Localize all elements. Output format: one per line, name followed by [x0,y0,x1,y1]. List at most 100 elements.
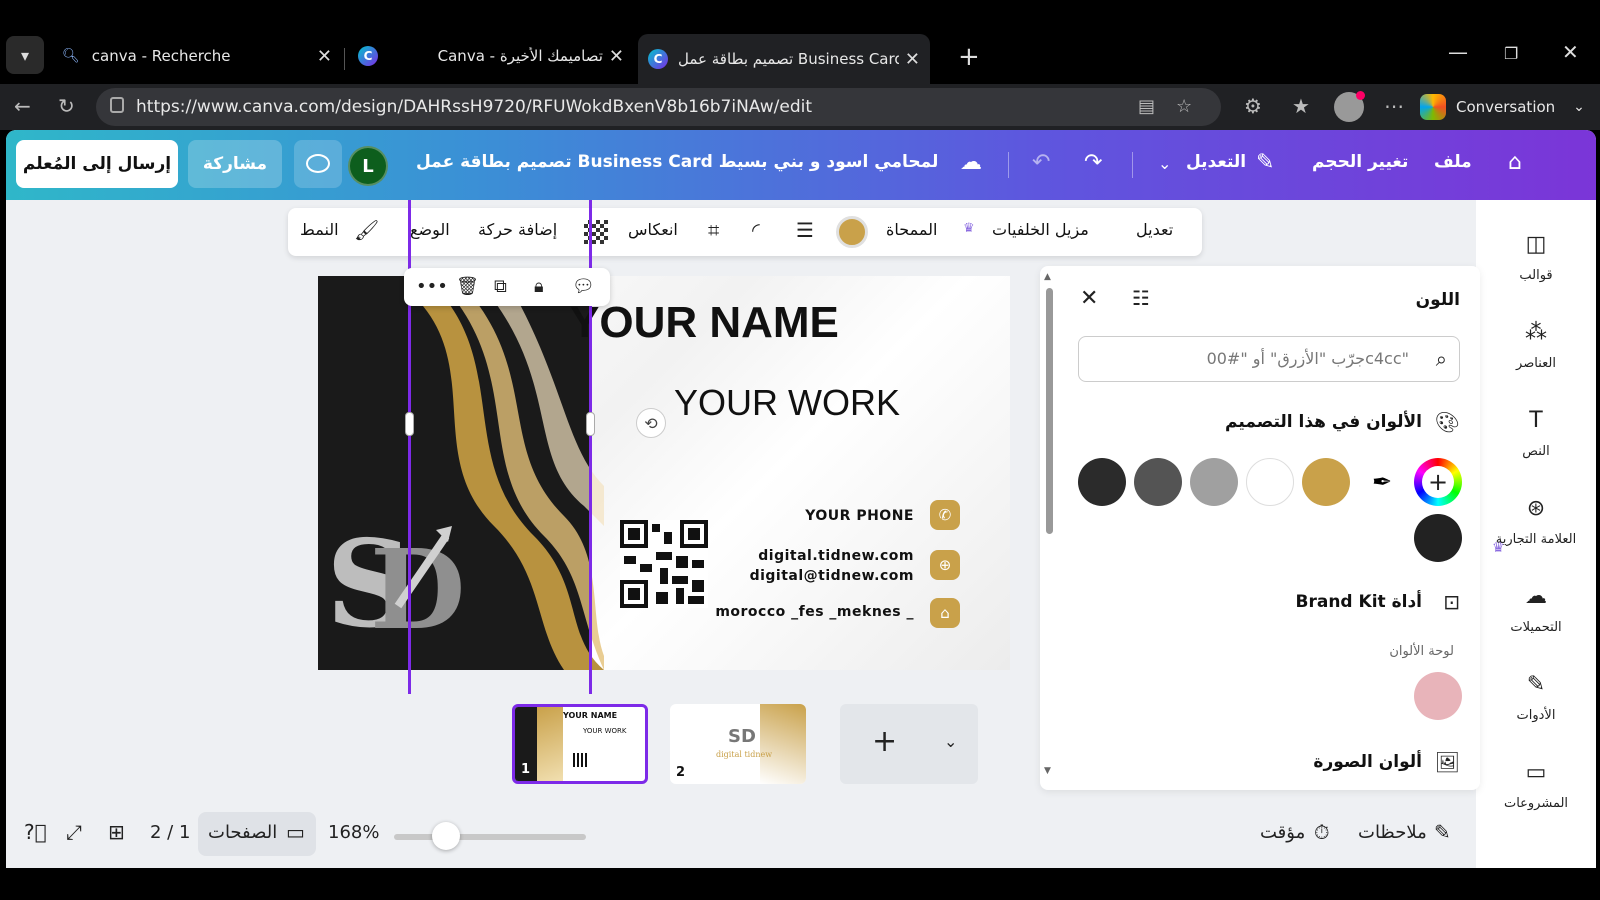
back-icon[interactable]: ← [14,94,31,118]
share-button[interactable]: مشاركة [188,140,282,188]
card-phone-text[interactable]: YOUR PHONE [805,508,914,524]
rail-item-projects[interactable]: ▭ المشروعات [1476,746,1596,826]
new-tab-icon[interactable]: + [958,42,980,72]
help-icon[interactable]: ?⃝ [24,820,47,844]
more-icon[interactable]: ••• [416,276,448,297]
undo-icon[interactable]: ↶ [1032,150,1050,175]
timer-icon[interactable]: ⏱︎ [1314,820,1330,844]
rail-item-uploads[interactable]: ☁ التحميلات [1476,570,1596,650]
more-icon[interactable]: ⋯ [1384,94,1404,118]
color-swatch[interactable] [1190,458,1238,506]
copilot-conversation-button[interactable]: Conversation ⌄ [1420,90,1585,124]
grid-view-icon[interactable]: ⊞ [108,820,125,844]
color-swatch[interactable] [1414,514,1462,562]
favorite-star-icon[interactable]: ☆ [1176,96,1192,117]
duplicate-icon[interactable]: ⧉ [494,276,507,297]
border-style-icon[interactable]: ☰ [796,218,814,242]
fullscreen-icon[interactable]: ⤢ [66,820,82,844]
close-icon[interactable]: ✕ [1080,286,1098,311]
resize-handle-right[interactable] [586,412,595,436]
color-swatch[interactable] [1078,458,1126,506]
rail-item-templates[interactable]: ◫ قوالب [1476,218,1596,298]
notes-icon[interactable]: ✎ [1434,820,1451,844]
color-swatch[interactable] [1134,458,1182,506]
page-thumbnail-1[interactable]: YOUR NAME YOUR WORK 1 [512,704,648,784]
zoom-slider[interactable] [394,834,586,840]
animate-button[interactable]: إضافة حركة [478,220,557,239]
eyedropper-icon[interactable]: ✒ [1358,458,1406,506]
style-button[interactable]: النمط [300,220,339,239]
scrollbar-thumb[interactable] [1046,288,1053,534]
resize-menu[interactable]: تغيير الحجم [1312,152,1408,172]
browser-tab-search[interactable]: 🔍︎ canva - Recherche ✕ [52,34,342,78]
send-to-teacher-button[interactable]: إرسال إلى المُعلم [16,140,178,188]
browser-tab-active[interactable]: C تصميم بطاقة عمل Business Card لـ ✕ [638,34,930,84]
design-canvas[interactable]: S D YOUR NAME YOUR WORK YOUR PHONE ✆ dig… [318,276,1010,670]
cloud-saved-icon[interactable]: ☁ [960,150,982,175]
transparency-icon[interactable] [584,220,608,244]
reload-icon[interactable]: ↻ [58,94,75,118]
close-icon[interactable]: ✕ [609,46,624,67]
eraser-button[interactable]: الممحاة [886,220,937,239]
pages-button[interactable]: الصفحات ▭ [198,812,316,856]
redo-icon[interactable]: ↷ [1084,150,1102,175]
resize-handle-left[interactable] [405,412,414,436]
page-thumbnail-2[interactable]: SD digital tidnew 2 [670,704,806,784]
favorites-icon[interactable]: ★ [1292,94,1310,118]
rail-item-tools[interactable]: ✎ الأدوات [1476,658,1596,738]
rail-item-elements[interactable]: ⁂ العناصر [1476,306,1596,386]
minimize-icon[interactable]: — [1448,40,1468,64]
timer-label[interactable]: مؤقت [1260,822,1305,843]
close-icon[interactable]: ✕ [317,46,332,67]
user-avatar[interactable]: L [348,146,388,186]
color-swatch[interactable] [1246,458,1294,506]
rail-item-text[interactable]: T النص [1476,394,1596,474]
card-website-text[interactable]: digital.tidnew.com [758,548,914,564]
comment-button[interactable] [294,140,342,188]
corner-rounding-icon[interactable]: ◜ [752,218,760,242]
chevron-down-icon[interactable]: ⌄ [1158,154,1171,173]
tab-list-button[interactable]: ▾ [6,36,44,74]
home-icon[interactable]: ⌂ [1508,150,1522,175]
notes-label[interactable]: ملاحظات [1358,822,1427,843]
rail-item-brand[interactable]: ⊛ العلامة التجارية [1476,482,1596,562]
card-address-text[interactable]: morocco _fes _meknes _ [715,604,914,620]
color-swatch[interactable] [1302,458,1350,506]
close-icon[interactable]: ✕ [905,49,920,70]
flip-button[interactable]: انعكاس [628,220,678,239]
list-view-icon[interactable]: ☷ [1132,286,1150,310]
rotate-icon[interactable]: ⟲ [636,408,666,438]
position-button[interactable]: الوضع [410,220,450,239]
qr-code-icon[interactable] [620,520,708,608]
card-work-text[interactable]: YOUR WORK [674,382,900,424]
address-bar[interactable]: https://www.canva.com/design/DAHRssH9720… [96,88,1221,126]
scroll-up-icon[interactable]: ▲ [1044,272,1051,282]
background-remover-button[interactable]: مزيل الخلفيات [992,220,1089,239]
crop-icon[interactable]: ⌗ [708,218,719,242]
restore-icon[interactable]: ❐ [1504,44,1518,63]
browser-tab-recent-designs[interactable]: C Canva - تصاميمك الأخيرة ✕ [348,34,634,78]
card-email-text[interactable]: digital@tidnew.com [750,568,914,584]
lock-icon[interactable]: 🔒︎ [534,276,544,297]
zoom-level[interactable]: 168% [328,822,379,843]
panel-scrollbar[interactable]: ▲ ▼ [1044,272,1054,776]
paint-roller-icon[interactable]: 🖌︎ [354,218,379,242]
color-search-input[interactable]: جرّب "الأزرق" أو "#00c4cc" ⌕ [1078,336,1460,382]
profile-avatar-icon[interactable] [1334,91,1365,122]
add-page-icon[interactable]: + [872,724,897,759]
add-color-button[interactable]: + [1414,458,1462,506]
reader-mode-icon[interactable]: ▤ [1138,96,1155,117]
document-title[interactable]: تصميم بطاقة عمل Business Card لمحامي اسو… [416,152,938,172]
add-comment-icon[interactable]: 💬︎ [572,276,595,297]
extensions-icon[interactable]: ⚙ [1244,94,1262,118]
edit-mode-menu[interactable]: التعديل [1186,152,1246,172]
trash-icon[interactable]: 🗑︎ [456,276,479,297]
edit-image-button[interactable]: تعديل [1136,220,1173,239]
brand-color-swatch[interactable] [1414,672,1462,720]
window-close-icon[interactable]: ✕ [1562,40,1579,64]
zoom-slider-knob[interactable] [431,822,460,850]
scroll-down-icon[interactable]: ▼ [1044,766,1051,776]
file-menu[interactable]: ملف [1434,152,1472,172]
chevron-down-icon[interactable]: ⌄ [944,732,957,751]
card-name-text[interactable]: YOUR NAME [570,298,839,348]
